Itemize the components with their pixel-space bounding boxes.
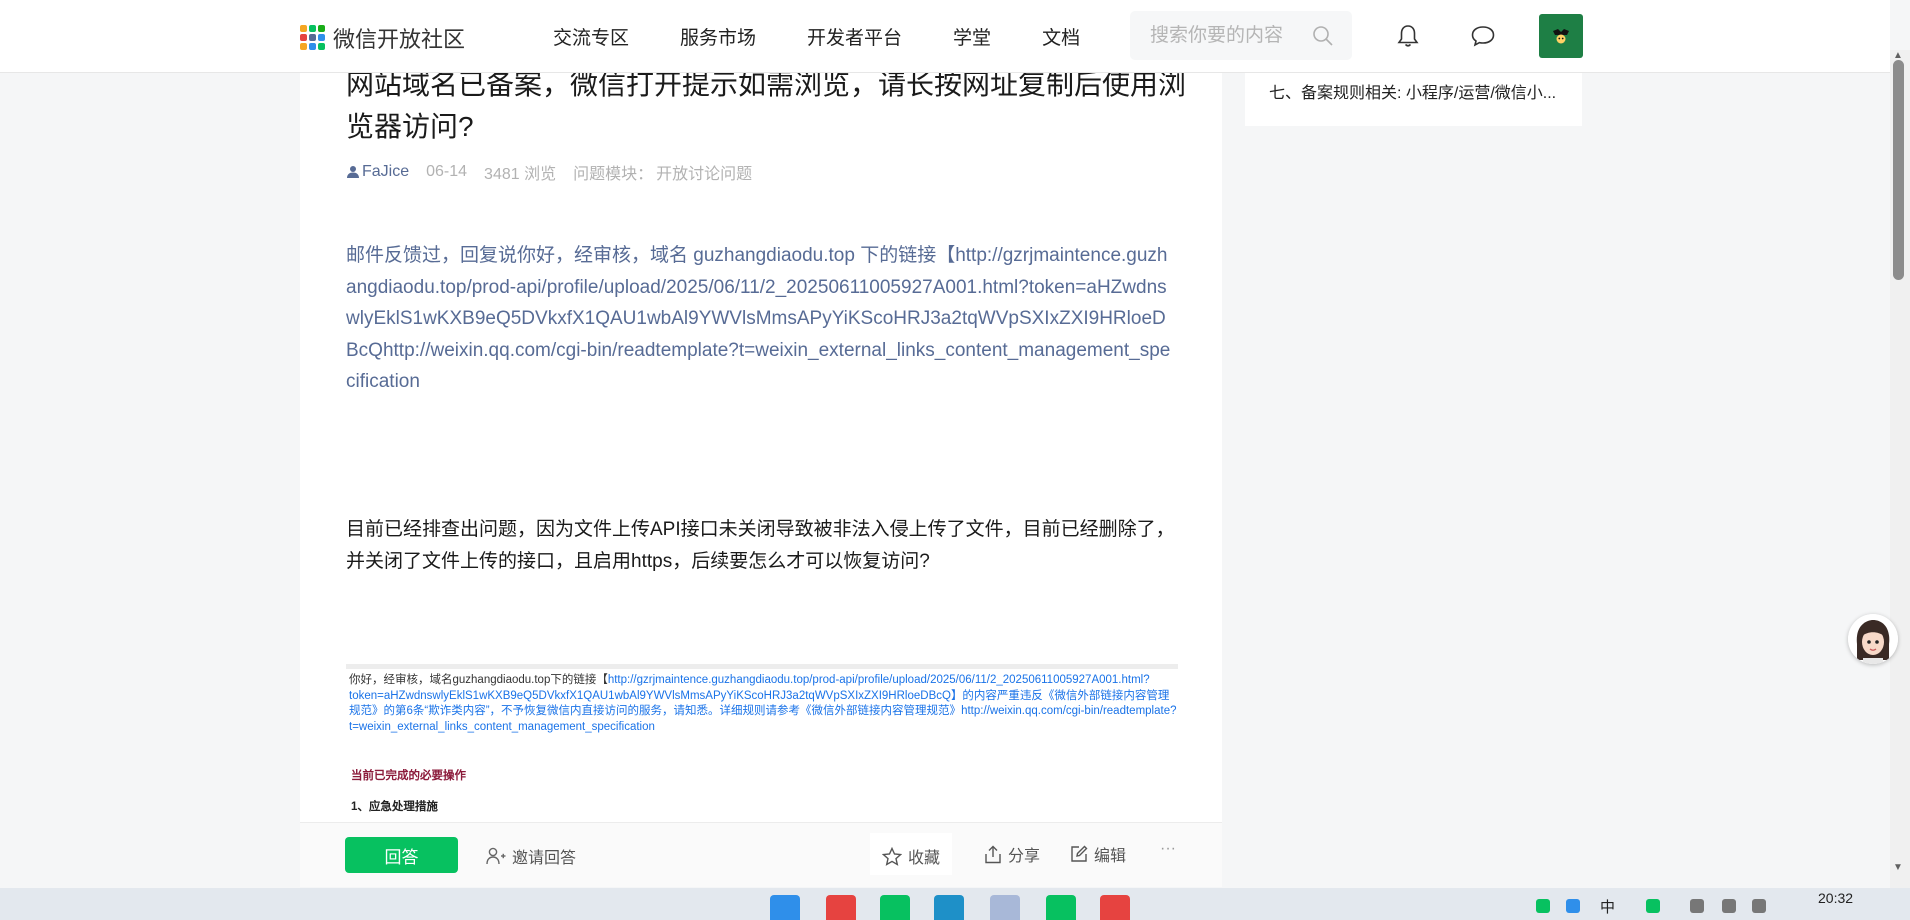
avatar-face-icon [1553,29,1569,44]
wecom-taskbar-icon[interactable] [1046,895,1076,920]
assistant-avatar[interactable] [1848,614,1898,664]
logo-text: 微信开放社区 [333,27,466,52]
search-input[interactable] [1148,23,1312,48]
author-link[interactable]: FaJice [362,163,409,181]
assistant-face-icon [1848,614,1898,664]
answer-button[interactable]: 回答 [345,837,458,873]
module-label: 问题模块： [573,166,654,183]
share-label: 分享 [1008,848,1041,865]
nav-item-service-market[interactable]: 服务市场 [680,23,756,50]
share-button[interactable]: 分享 [984,842,1040,866]
view-count: 3481 浏览 [484,166,557,183]
edit-label: 编辑 [1094,848,1127,865]
clock[interactable]: 20:32 [1818,890,1853,906]
scroll-down-arrow-icon[interactable]: ▼ [1893,862,1903,873]
favorite-label: 收藏 [908,850,941,867]
review-screenshot[interactable]: 你好，经审核，域名guzhangdiaodu.top下的链接【http://gz… [346,664,1178,827]
message-icon[interactable] [1470,24,1496,48]
related-item[interactable]: 七、备案规则相关: 小程序/运营/微信小... [1269,79,1556,103]
nav-item-community[interactable]: 交流专区 [553,23,629,50]
tray-app-icon[interactable] [1566,899,1580,913]
nav-item-developer-platform[interactable]: 开发者平台 [807,23,902,50]
question-meta: FaJice 06-14 3481 浏览 问题模块： 开放讨论问题 [346,160,752,184]
screenshot-text: 你好，经审核，域名guzhangdiaodu.top下的链接【http://gz… [349,673,1178,735]
nav-item-academy[interactable]: 学堂 [953,23,991,50]
edit-icon [1071,845,1088,862]
screenshot-step: 1、应急处理措施 [351,801,438,813]
tray-green-icon[interactable] [1646,899,1660,913]
logo[interactable]: 微信开放社区 [300,22,465,54]
tray-wechat-icon[interactable] [1536,899,1550,913]
email-feedback-paragraph[interactable]: 邮件反馈过，回复说你好，经审核，域名 guzhangdiaodu.top 下的链… [346,240,1176,398]
invite-label: 邀请回答 [512,850,577,867]
invite-user-icon [486,847,506,865]
nav-item-docs[interactable]: 文档 [1042,23,1080,50]
star-icon [882,846,902,866]
post-date: 06-14 [426,163,468,180]
logo-icon [300,25,326,51]
question-title: 网站域名已备案，微信打开提示如需浏览，请长按网址复制后使用浏览器访问? [346,69,1187,142]
screenshot-heading: 当前已完成的必要操作 [351,770,466,782]
battery-icon[interactable] [1752,899,1766,913]
bell-icon[interactable] [1397,24,1419,48]
user-avatar[interactable] [1539,14,1583,58]
app-taskbar-icon[interactable] [1100,895,1130,920]
search-icon[interactable] [1312,25,1334,47]
volume-icon[interactable] [1722,899,1736,913]
top-navbar: 微信开放社区 交流专区 服务市场 开发者平台 学堂 文档 [0,0,1890,73]
invite-answer-button[interactable]: 邀请回答 [486,844,576,868]
user-icon [347,166,359,178]
module-value[interactable]: 开放讨论问题 [656,160,752,184]
question-card: 网站域名已备案，微信打开提示如需浏览，请长按网址复制后使用浏览器访问? FaJi… [300,69,1222,827]
more-button[interactable]: ··· [1160,840,1176,858]
os-taskbar: 中 20:32 [0,888,1910,920]
network-icon[interactable] [1690,899,1704,913]
scrollbar-thumb[interactable] [1893,60,1904,280]
action-bar: 回答 邀请回答 收藏 分享 编辑 ··· [300,822,1222,887]
screenshot-intro: 你好，经审核，域名guzhangdiaodu.top下的链接【 [349,674,608,686]
taskbar-app-icon[interactable] [826,895,856,920]
problem-description: 目前已经排查出问题，因为文件上传API接口未关闭导致被非法入侵上传了文件，目前已… [346,519,1175,572]
search-box [1130,11,1352,60]
related-sidebar: 七、备案规则相关: 小程序/运营/微信小... [1245,72,1582,126]
edit-button[interactable]: 编辑 [1070,842,1126,866]
user-taskbar-icon[interactable] [990,895,1020,920]
main-nav: 交流专区 服务市场 开发者平台 学堂 文档 [553,23,1131,50]
share-icon [985,845,1001,863]
browser-taskbar-icon[interactable] [934,895,964,920]
favorite-button[interactable]: 收藏 [882,844,940,868]
wechat-taskbar-icon[interactable] [880,895,910,920]
ime-indicator[interactable]: 中 [1600,896,1615,917]
windows-start-icon[interactable] [770,895,800,920]
